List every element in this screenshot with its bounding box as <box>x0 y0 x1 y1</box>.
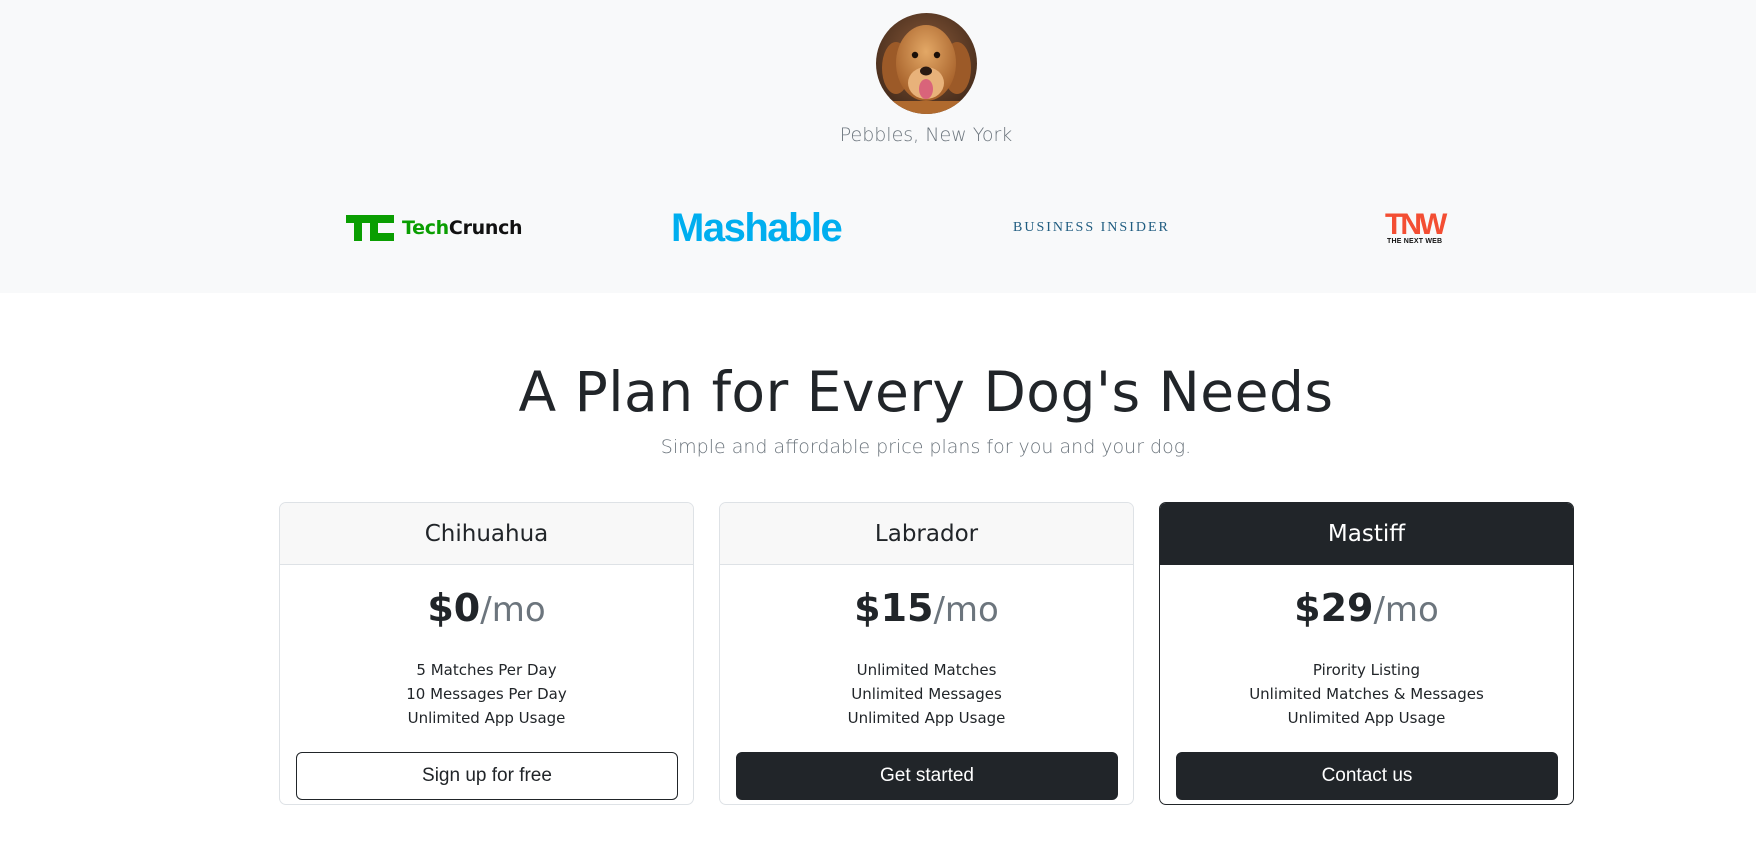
pricing-title: A Plan for Every Dog's Needs <box>518 360 1334 424</box>
feature-list: Unlimited Matches Unlimited Messages Unl… <box>736 658 1117 730</box>
techcrunch-logo: TechCrunch <box>346 208 523 248</box>
feature-item: Unlimited Matches & Messages <box>1249 685 1484 703</box>
feature-item: 10 Messages Per Day <box>406 685 567 703</box>
feature-item: Unlimited App Usage <box>1287 709 1446 727</box>
techcrunch-mark-icon <box>346 215 394 241</box>
feature-item: Unlimited Matches <box>856 661 997 679</box>
plan-name: Labrador <box>720 503 1133 565</box>
feature-item: 5 Matches Per Day <box>416 661 557 679</box>
pricing-card-labrador: Labrador $15/mo Unlimited Matches Unlimi… <box>719 502 1134 805</box>
techcrunch-wordmark-tech: Tech <box>402 217 449 239</box>
feature-list: 5 Matches Per Day 10 Messages Per Day Un… <box>296 658 677 730</box>
plan-price: $29/mo <box>1176 583 1557 641</box>
pricing-card-mastiff: Mastiff $29/mo Pirority Listing Unlimite… <box>1159 502 1574 805</box>
techcrunch-wordmark-crunch: Crunch <box>448 217 523 239</box>
feature-list: Pirority Listing Unlimited Matches & Mes… <box>1176 658 1557 730</box>
plan-price: $0/mo <box>296 583 677 641</box>
feature-item: Unlimited App Usage <box>407 709 566 727</box>
sign-up-button[interactable]: Sign up for free <box>296 752 678 800</box>
price-amount: $15 <box>854 586 934 630</box>
tnw-subtext: THE NEXT WEB <box>1387 238 1443 245</box>
plan-name: Mastiff <box>1160 503 1573 565</box>
testimonial-author: Pebbles, New York <box>839 124 1013 146</box>
get-started-button[interactable]: Get started <box>736 752 1118 800</box>
contact-us-button[interactable]: Contact us <box>1176 752 1558 800</box>
golden-retriever-image <box>876 13 977 114</box>
testimonial-section: Pebbles, New York TechCrunch Mashable BU… <box>0 0 1756 293</box>
price-amount: $0 <box>427 586 481 630</box>
pricing-card-chihuahua: Chihuahua $0/mo 5 Matches Per Day 10 Mes… <box>279 502 694 805</box>
price-unit: /mo <box>933 590 999 630</box>
price-unit: /mo <box>480 590 546 630</box>
feature-item: Unlimited App Usage <box>847 709 1006 727</box>
pricing-subtitle: Simple and affordable price plans for yo… <box>660 436 1192 458</box>
feature-item: Pirority Listing <box>1312 661 1421 679</box>
business-insider-logo: BUSINESS INSIDER <box>1013 220 1170 235</box>
feature-item: Unlimited Messages <box>851 685 1002 703</box>
dog-avatar <box>876 13 977 114</box>
plan-price: $15/mo <box>736 583 1117 641</box>
plan-name: Chihuahua <box>280 503 693 565</box>
price-unit: /mo <box>1373 590 1439 630</box>
the-next-web-logo: TNW THE NEXT WEB <box>1385 208 1447 246</box>
mashable-logo: Mashable <box>671 205 843 250</box>
price-amount: $29 <box>1294 586 1374 630</box>
tnw-wordmark: TNW <box>1385 208 1447 241</box>
